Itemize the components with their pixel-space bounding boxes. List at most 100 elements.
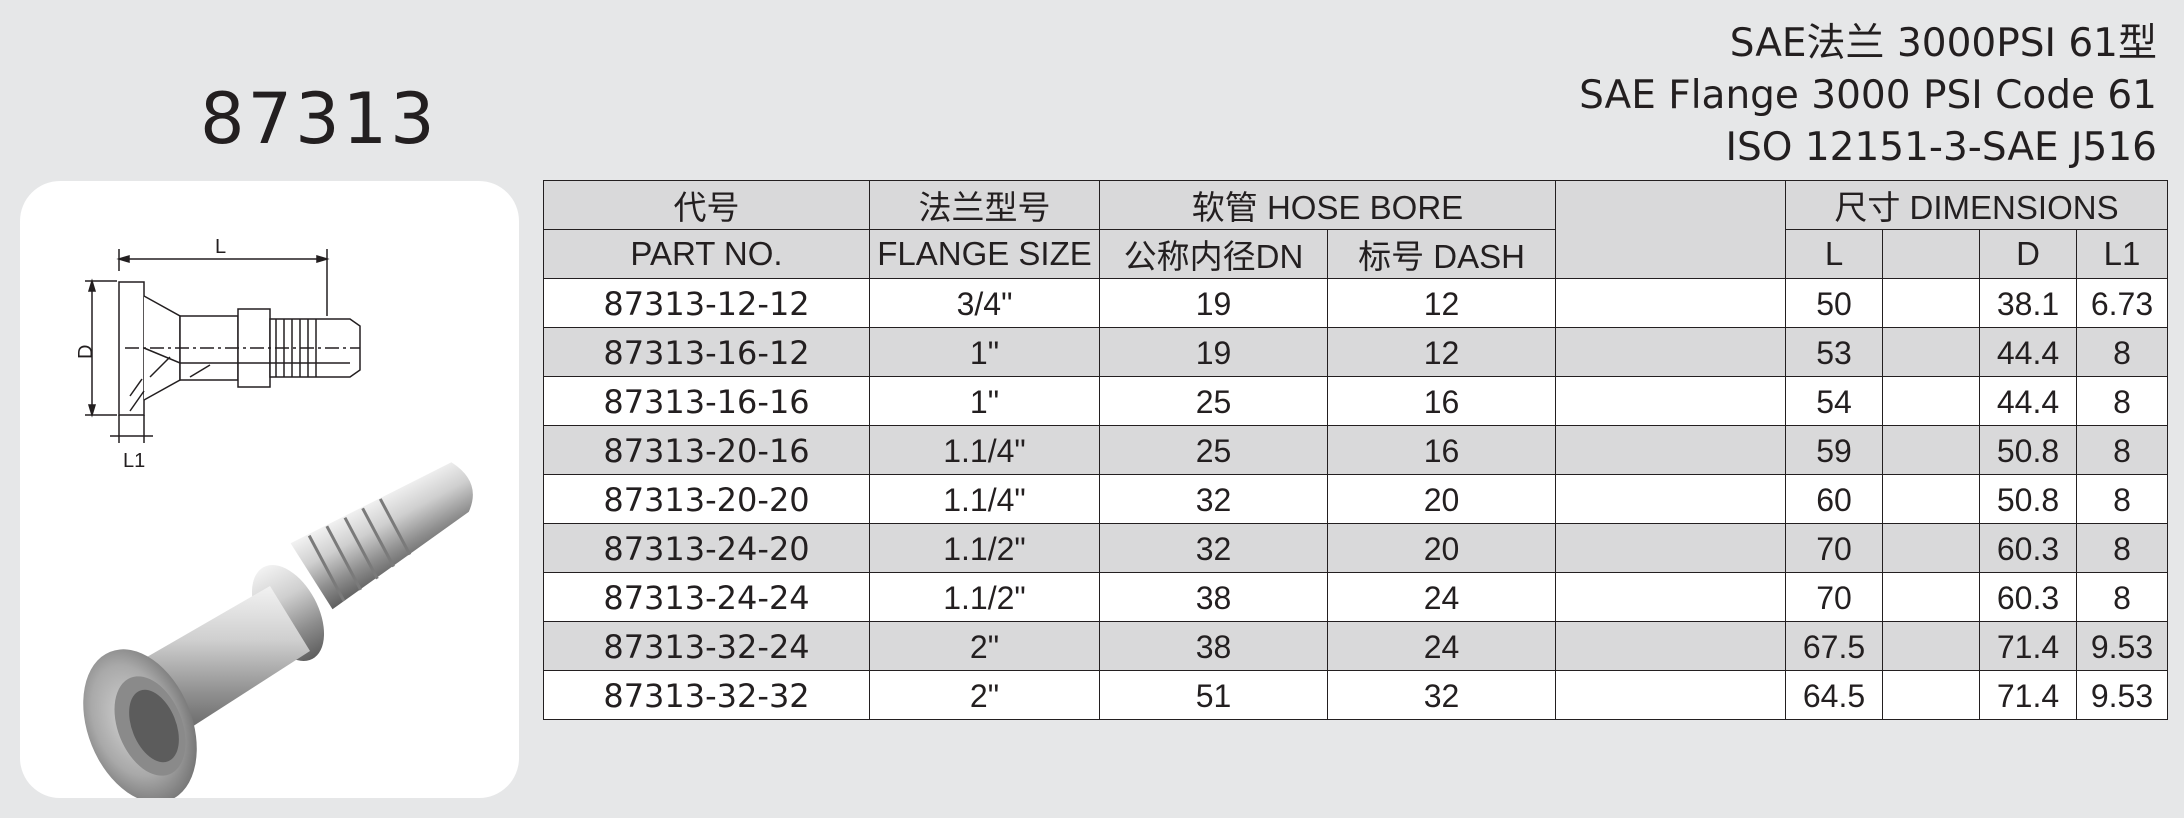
cell-part: 87313-20-16: [543, 425, 870, 475]
cell-blank-dim: [1882, 670, 1980, 720]
technical-drawing: [85, 249, 361, 443]
cell-l1: 8: [2076, 327, 2168, 377]
fitting-illustration: L D L1: [75, 236, 473, 798]
cell-dn: 32: [1099, 523, 1328, 573]
table-header-row-1: 代号 法兰型号 软管 HOSE BORE 尺寸 DIMENSIONS: [543, 180, 2168, 279]
cell-flange: 1": [869, 376, 1100, 426]
cell-l1: 8: [2076, 425, 2168, 475]
cell-flange: 3/4": [869, 278, 1100, 328]
cell-dash: 12: [1327, 278, 1556, 328]
cell-flange: 1": [869, 327, 1100, 377]
cell-dash: 24: [1327, 621, 1556, 671]
cell-blank-dim: [1882, 474, 1980, 524]
drawing-label-d: D: [75, 345, 97, 359]
cell-d: 50.8: [1979, 474, 2077, 524]
cell-d: 71.4: [1979, 621, 2077, 671]
cell-l: 59: [1785, 425, 1883, 475]
table-row: 87313-16-12 1" 19 12 53 44.4 8: [543, 327, 2168, 377]
cell-blank: [1555, 376, 1786, 426]
cell-blank: [1555, 670, 1786, 720]
header-dn: 公称内径DN: [1099, 229, 1328, 279]
cell-dash: 24: [1327, 572, 1556, 622]
cell-d: 44.4: [1979, 327, 2077, 377]
cell-dash: 20: [1327, 523, 1556, 573]
cell-dash: 16: [1327, 425, 1556, 475]
title-en: SAE Flange 3000 PSI Code 61: [1579, 73, 2157, 118]
header-dash: 标号 DASH: [1327, 229, 1556, 279]
cell-blank: [1555, 425, 1786, 475]
cell-flange: 2": [869, 670, 1100, 720]
table-header-row-2: PART NO. FLANGE SIZE 公称内径DN 标号 DASH L D …: [543, 229, 2168, 279]
cell-dn: 38: [1099, 621, 1328, 671]
header-blank-dim: [1882, 229, 1980, 279]
spec-table: 代号 法兰型号 软管 HOSE BORE 尺寸 DIMENSIONS PART …: [543, 180, 2168, 720]
cell-blank: [1555, 621, 1786, 671]
cell-dash: 12: [1327, 327, 1556, 377]
cell-dn: 19: [1099, 327, 1328, 377]
cell-d: 60.3: [1979, 523, 2077, 573]
cell-l1: 8: [2076, 523, 2168, 573]
cell-blank: [1555, 278, 1786, 328]
cell-l: 50: [1785, 278, 1883, 328]
header-hose-bore: 软管 HOSE BORE: [1099, 180, 1556, 230]
cell-flange: 2": [869, 621, 1100, 671]
cell-blank-dim: [1882, 572, 1980, 622]
cell-part: 87313-16-16: [543, 376, 870, 426]
cell-l1: 6.73: [2076, 278, 2168, 328]
cell-part: 87313-32-32: [543, 670, 870, 720]
cell-part: 87313-24-20: [543, 523, 870, 573]
cell-l1: 9.53: [2076, 670, 2168, 720]
cell-part: 87313-12-12: [543, 278, 870, 328]
header-blank: [1555, 180, 1786, 279]
header-dimensions: 尺寸 DIMENSIONS: [1785, 180, 2168, 230]
cell-part: 87313-20-20: [543, 474, 870, 524]
cell-d: 50.8: [1979, 425, 2077, 475]
table-row: 87313-32-32 2" 51 32 64.5 71.4 9.53: [543, 670, 2168, 720]
cell-blank-dim: [1882, 278, 1980, 328]
cell-l: 70: [1785, 523, 1883, 573]
table-row: 87313-20-20 1.1/4" 32 20 60 50.8 8: [543, 474, 2168, 524]
header-flange-cn: 法兰型号: [869, 180, 1100, 230]
product-image-panel: L D L1: [20, 181, 519, 798]
table-row: 87313-32-24 2" 38 24 67.5 71.4 9.53: [543, 621, 2168, 671]
cell-blank: [1555, 474, 1786, 524]
cell-blank: [1555, 572, 1786, 622]
table-row: 87313-24-20 1.1/2" 32 20 70 60.3 8: [543, 523, 2168, 573]
cell-l: 67.5: [1785, 621, 1883, 671]
cell-blank: [1555, 327, 1786, 377]
table-row: 87313-16-16 1" 25 16 54 44.4 8: [543, 376, 2168, 426]
table-row: 87313-24-24 1.1/2" 38 24 70 60.3 8: [543, 572, 2168, 622]
cell-dash: 20: [1327, 474, 1556, 524]
cell-l1: 8: [2076, 376, 2168, 426]
cell-l: 60: [1785, 474, 1883, 524]
header-flange-en: FLANGE SIZE: [869, 229, 1100, 279]
cell-blank-dim: [1882, 376, 1980, 426]
cell-blank: [1555, 523, 1786, 573]
cell-blank-dim: [1882, 523, 1980, 573]
cell-flange: 1.1/4": [869, 425, 1100, 475]
cell-l1: 9.53: [2076, 621, 2168, 671]
cell-l1: 8: [2076, 474, 2168, 524]
cell-l1: 8: [2076, 572, 2168, 622]
cell-l: 54: [1785, 376, 1883, 426]
title-block: SAE法兰 3000PSI 61型 SAE Flange 3000 PSI Co…: [1579, 18, 2157, 174]
cell-l: 70: [1785, 572, 1883, 622]
cell-blank-dim: [1882, 425, 1980, 475]
cell-d: 38.1: [1979, 278, 2077, 328]
header-l: L: [1785, 229, 1883, 279]
cell-part: 87313-32-24: [543, 621, 870, 671]
cell-blank-dim: [1882, 327, 1980, 377]
cell-flange: 1.1/4": [869, 474, 1100, 524]
cell-dn: 38: [1099, 572, 1328, 622]
cell-dash: 16: [1327, 376, 1556, 426]
header-part-en: PART NO.: [543, 229, 870, 279]
cell-d: 71.4: [1979, 670, 2077, 720]
title-standard: ISO 12151-3-SAE J516: [1725, 125, 2157, 170]
cell-flange: 1.1/2": [869, 523, 1100, 573]
cell-part: 87313-24-24: [543, 572, 870, 622]
cell-dn: 25: [1099, 425, 1328, 475]
cell-dash: 32: [1327, 670, 1556, 720]
table-row: 87313-12-12 3/4" 19 12 50 38.1 6.73: [543, 278, 2168, 328]
cell-d: 44.4: [1979, 376, 2077, 426]
cell-d: 60.3: [1979, 572, 2077, 622]
